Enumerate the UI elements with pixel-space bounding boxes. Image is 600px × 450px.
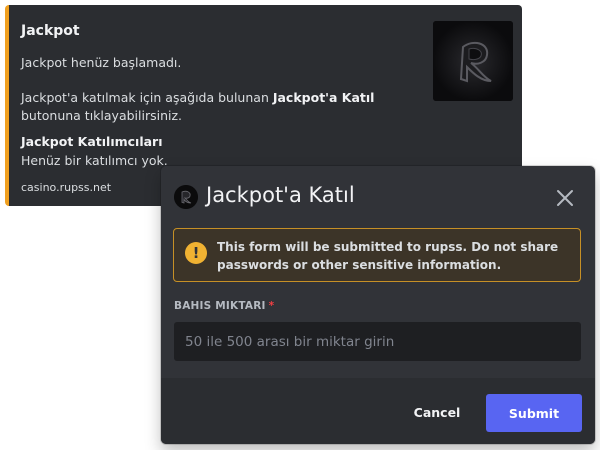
warning-icon: ! (185, 242, 207, 264)
submit-button[interactable]: Submit (486, 394, 582, 432)
bet-amount-input[interactable] (174, 322, 581, 361)
logo-icon (433, 21, 513, 101)
embed-title: Jackpot (21, 23, 80, 39)
embed-field-name: Jackpot Katılımcıları (21, 134, 163, 149)
close-button[interactable] (552, 185, 578, 211)
embed-description-text: Jackpot'a katılmak için aşağıda bulunan (21, 90, 273, 105)
embed-description-bold: Jackpot'a Katıl (272, 90, 375, 105)
modal-title: Jackpot'a Katıl (206, 183, 355, 207)
embed-field-value: Henüz bir katılımcı yok. (21, 153, 168, 168)
embed-footer: casino.rupss.net (21, 181, 112, 194)
embed-description-line: Jackpot henüz başlamadı. (21, 55, 182, 70)
cancel-button[interactable]: Cancel (399, 398, 475, 426)
close-icon (557, 190, 573, 206)
bot-avatar-icon (174, 185, 198, 209)
join-jackpot-modal: Jackpot'a Katıl ! This form will be subm… (161, 166, 595, 444)
bet-amount-label: BAHIS MIKTARI * (174, 300, 274, 312)
required-mark: * (268, 300, 275, 312)
embed-description-line: Jackpot'a katılmak için aşağıda bulunan … (21, 90, 374, 105)
embed-description-line: butonuna tıklayabilirsiniz. (21, 108, 183, 123)
bet-amount-label-text: BAHIS MIKTARI (174, 300, 266, 312)
warning-text: This form will be submitted to rupss. Do… (217, 240, 559, 272)
warning-banner: ! This form will be submitted to rupss. … (173, 228, 581, 282)
modal-footer: Cancel Submit (161, 378, 595, 444)
